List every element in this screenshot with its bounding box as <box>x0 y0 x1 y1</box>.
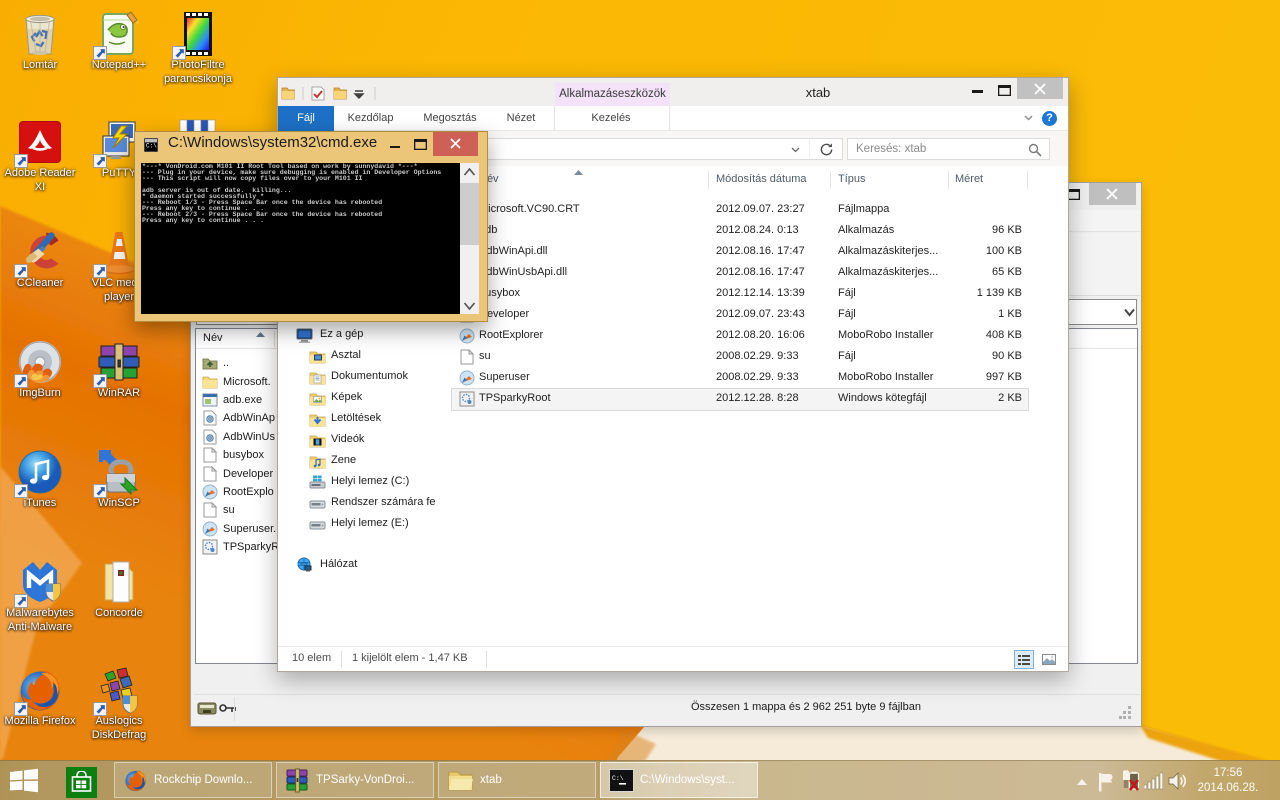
svg-text:C:\: C:\ <box>612 775 624 782</box>
svg-text:C:\: C:\ <box>146 143 157 150</box>
